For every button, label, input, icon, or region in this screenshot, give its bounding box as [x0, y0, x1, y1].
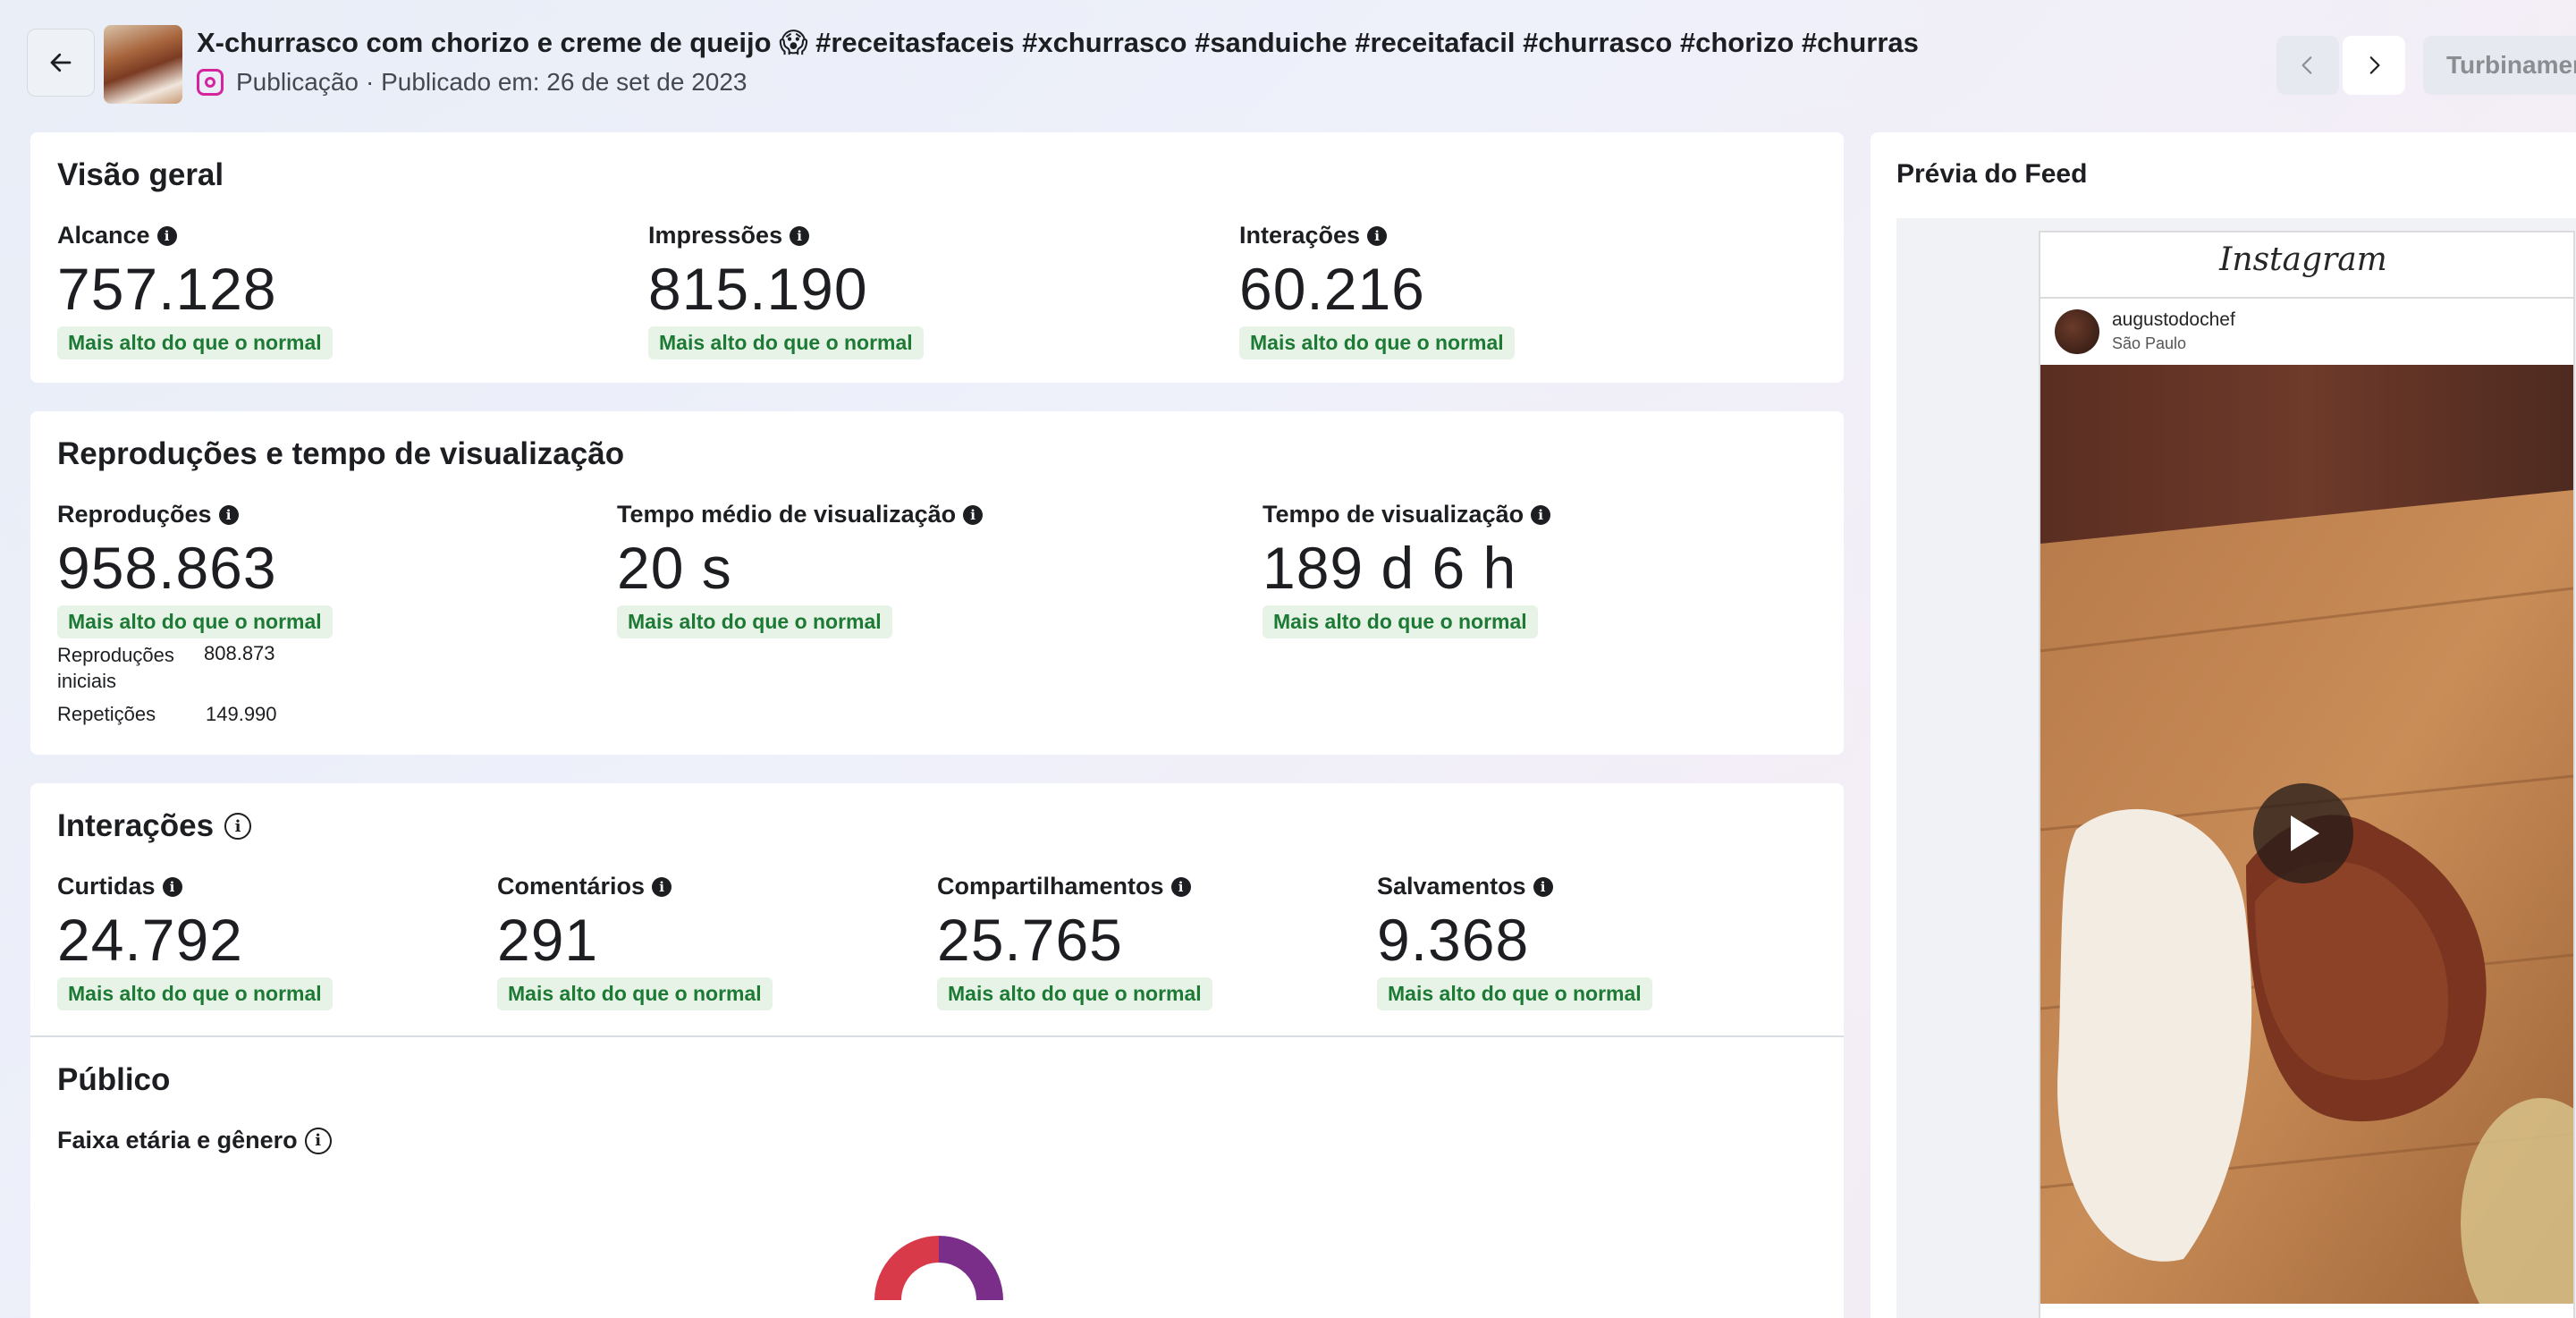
section-divider [30, 1035, 1844, 1037]
age-gender-heading: Faixa etária e gênero i [57, 1127, 332, 1154]
interactions-title: Interações i [57, 808, 252, 844]
metric-plays: Reproduções i 958.863 Mais alto do que o … [57, 501, 333, 638]
plays-title: Reproduções e tempo de visualização [57, 436, 625, 471]
instagram-logo: Instagram [2219, 241, 2387, 278]
status-badge: Mais alto do que o normal [57, 977, 333, 1010]
metric-likes: Curtidas i 24.792 Mais alto do que o norm… [57, 873, 333, 1010]
info-icon[interactable]: i [156, 225, 177, 246]
donut-segment-b [939, 1236, 1003, 1300]
post-meta: Publicação · Publicado em: 26 de set de … [197, 68, 747, 97]
arrow-left-icon [50, 53, 72, 72]
metric-value: 25.765 [937, 907, 1123, 973]
post-type: Publicação [236, 68, 359, 96]
info-icon[interactable]: i [790, 225, 810, 246]
info-icon[interactable]: i [224, 813, 252, 840]
metric-label: Tempo de visualização [1263, 501, 1524, 528]
metric-value: 958.863 [57, 535, 277, 601]
metric-saves: Salvamentos i 9.368 Mais alto do que o no… [1377, 873, 1652, 1010]
metric-comments: Comentários i 291 Mais alto do que o norm… [497, 873, 773, 1010]
info-icon[interactable]: i [1170, 876, 1191, 897]
metric-label: Curtidas [57, 873, 156, 900]
initial-plays-value: 808.873 [204, 642, 275, 664]
status-badge: Mais alto do que o normal [1377, 977, 1652, 1010]
info-icon[interactable]: i [1533, 876, 1553, 897]
metric-avg-watch-time: Tempo médio de visualização i 20 s Mais a… [617, 501, 984, 638]
status-badge: Mais alto do que o normal [617, 605, 892, 638]
metric-shares: Compartilhamentos i 25.765 Mais alto do q… [937, 873, 1212, 1010]
status-badge: Mais alto do que o normal [57, 605, 333, 638]
donut-segment-a [874, 1236, 939, 1300]
metric-value: 9.368 [1377, 907, 1530, 973]
info-icon[interactable]: i [162, 876, 182, 897]
status-badge: Mais alto do que o normal [497, 977, 773, 1010]
overview-title: Visão geral [57, 157, 224, 192]
info-icon[interactable]: i [1531, 504, 1551, 525]
metric-value: 20 s [617, 535, 732, 601]
play-icon [2291, 815, 2319, 851]
play-button[interactable] [2253, 783, 2353, 883]
info-icon[interactable]: i [652, 876, 672, 897]
metric-impressions: Impressões i 815.190 Mais alto do que o n… [648, 222, 924, 359]
status-badge: Mais alto do que o normal [1263, 605, 1538, 638]
back-button[interactable] [27, 29, 95, 97]
plays-card: Reproduções e tempo de visualização Repr… [30, 411, 1844, 755]
divider [2040, 297, 2573, 299]
metric-value: 189 d 6 h [1263, 535, 1517, 601]
info-icon[interactable]: i [304, 1127, 332, 1154]
metric-label: Alcance [57, 222, 150, 249]
interactions-card: Interações i Curtidas i 24.792 Mais alto d… [30, 783, 1844, 1318]
metric-label: Comentários [497, 873, 646, 900]
metric-value: 60.216 [1239, 256, 1425, 322]
next-post-button[interactable] [2343, 36, 2405, 95]
status-badge: Mais alto do que o normal [1239, 326, 1515, 359]
post-title: X-churrasco com chorizo e creme de queij… [197, 27, 1919, 58]
info-icon[interactable]: i [218, 504, 239, 525]
metric-value: 815.190 [648, 256, 868, 322]
metric-value: 757.128 [57, 256, 277, 322]
metric-interactions: Interações i 60.216 Mais alto do que o no… [1239, 222, 1515, 359]
feed-preview-title: Prévia do Feed [1896, 159, 2088, 189]
initial-plays-label: Reproduções iniciais [57, 644, 174, 692]
instagram-icon [197, 69, 224, 96]
age-gender-donut-chart [874, 1236, 1003, 1300]
chevron-right-icon [2369, 56, 2380, 74]
replays-label: Repetições [57, 703, 156, 725]
metric-reach: Alcance i 757.128 Mais alto do que o norm… [57, 222, 333, 359]
audience-title: Público [57, 1062, 171, 1097]
info-icon[interactable]: i [1367, 225, 1388, 246]
chevron-left-icon [2302, 56, 2312, 74]
metric-value: 24.792 [57, 907, 243, 973]
post-location: São Paulo [2112, 334, 2187, 352]
previous-post-button[interactable] [2276, 36, 2339, 95]
replays-value: 149.990 [206, 703, 277, 725]
overview-card: Visão geral Alcance i 757.128 Mais alto d… [30, 132, 1844, 383]
metric-watch-time: Tempo de visualização i 189 d 6 h Mais al… [1263, 501, 1551, 638]
post-thumbnail [104, 25, 182, 104]
status-badge: Mais alto do que o normal [648, 326, 924, 359]
metric-label: Tempo médio de visualização [617, 501, 957, 528]
status-badge: Mais alto do que o normal [57, 326, 333, 359]
info-icon[interactable]: i [963, 504, 984, 525]
status-badge: Mais alto do que o normal [937, 977, 1212, 1010]
metric-label: Interações [1239, 222, 1361, 249]
metric-value: 291 [497, 907, 599, 973]
post-published-date: · Publicado em: 26 de set de 2023 [365, 68, 747, 96]
avatar [2055, 309, 2099, 354]
boost-button[interactable]: Turbinamen [2423, 36, 2576, 95]
metric-label: Compartilhamentos [937, 873, 1164, 900]
metric-label: Impressões [648, 222, 783, 249]
metric-label: Reproduções [57, 501, 212, 528]
post-username: augustodochef [2112, 309, 2235, 330]
metric-label: Salvamentos [1377, 873, 1526, 900]
